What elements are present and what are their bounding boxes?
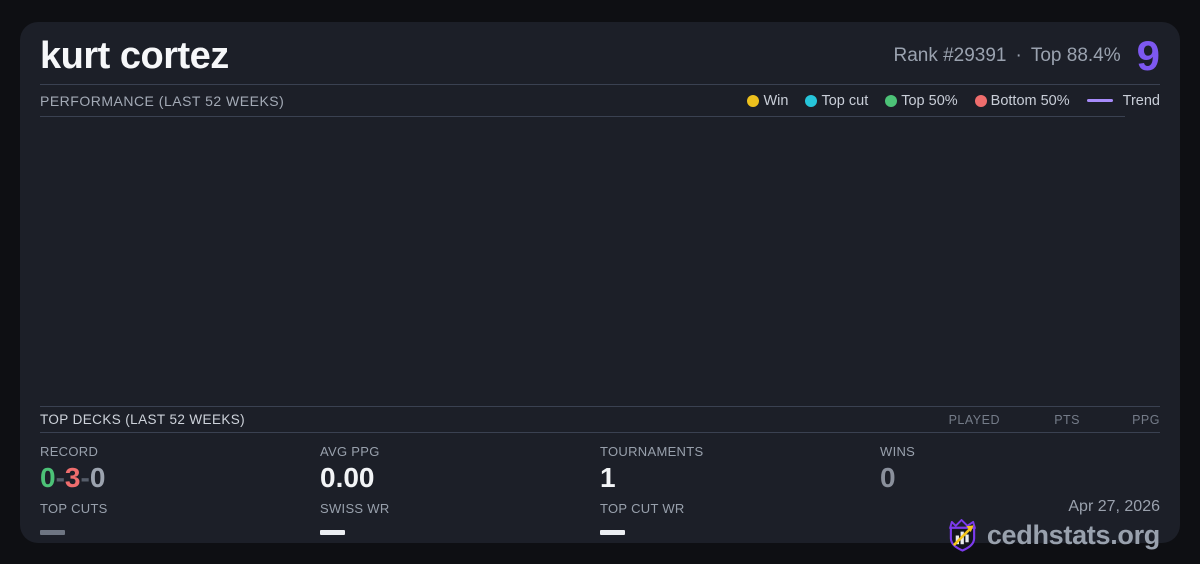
record-wins: 0 bbox=[40, 462, 56, 493]
stat-label: RECORD bbox=[40, 444, 99, 459]
stat-wins: WINS 0 bbox=[880, 445, 1160, 493]
legend-label: Top cut bbox=[821, 92, 869, 109]
stat-label: AVG PPG bbox=[320, 444, 380, 459]
avg-ppg-value: 0.00 bbox=[320, 462, 375, 493]
top-decks-columns: PLAYED PTS PPG bbox=[920, 413, 1160, 427]
date-text: Apr 27, 2026 bbox=[1068, 498, 1160, 515]
stat-label: SWISS WR bbox=[320, 501, 390, 516]
top-decks-heading: TOP DECKS (LAST 52 WEEKS) bbox=[40, 412, 246, 427]
top-cut-dot-icon bbox=[805, 94, 818, 107]
performance-header: PERFORMANCE (LAST 52 WEEKS) Win Top cut … bbox=[40, 85, 1160, 116]
bottom-50-dot-icon bbox=[974, 94, 987, 107]
player-stats-card: kurt cortez Rank #29391 · Top 88.4% 9 PE… bbox=[20, 22, 1180, 552]
legend-label: Win bbox=[763, 92, 789, 109]
rank-percentile: Top 88.4% bbox=[1030, 45, 1121, 66]
header-rank-group: Rank #29391 · Top 88.4% 9 bbox=[893, 35, 1160, 77]
stat-label: TOP CUTS bbox=[40, 501, 108, 516]
empty-value-dash bbox=[600, 530, 625, 535]
rank-number: Rank #29391 bbox=[893, 45, 1007, 66]
column-header-ppg: PPG bbox=[1132, 412, 1160, 427]
stat-top-cut-wr: TOP CUT WR bbox=[600, 502, 880, 552]
win-dot-icon bbox=[747, 94, 760, 107]
legend-label: Trend bbox=[1122, 92, 1160, 109]
performance-heading: PERFORMANCE (LAST 52 WEEKS) bbox=[40, 92, 285, 109]
performance-chart-area bbox=[40, 117, 1160, 406]
stat-top-cuts: TOP CUTS bbox=[40, 502, 320, 552]
empty-value-dash bbox=[320, 530, 345, 535]
legend-item-trend: Trend bbox=[1086, 92, 1160, 109]
stat-label: TOP CUT WR bbox=[600, 501, 685, 516]
empty-value-dash bbox=[40, 530, 65, 535]
record-separator: - bbox=[55, 462, 65, 493]
chart-legend: Win Top cut Top 50% Bottom 50% Trend bbox=[747, 93, 1160, 109]
legend-item-bottom-50: Bottom 50% bbox=[974, 92, 1070, 109]
brand: cedhstats.org bbox=[947, 519, 1160, 552]
top-50-dot-icon bbox=[885, 94, 898, 107]
legend-label: Bottom 50% bbox=[990, 92, 1070, 109]
legend-item-top-50: Top 50% bbox=[885, 92, 958, 109]
rank-text: Rank #29391 · Top 88.4% bbox=[893, 45, 1120, 67]
column-header-played: PLAYED bbox=[948, 412, 1000, 427]
cedhstats-logo-icon bbox=[948, 519, 976, 552]
footer: Apr 27, 2026 cedhstats.org bbox=[880, 498, 1160, 552]
stat-record: RECORD 0-3-0 bbox=[40, 445, 320, 493]
brand-text: cedhstats.org bbox=[986, 520, 1160, 550]
stat-avg-ppg: AVG PPG 0.00 bbox=[320, 445, 600, 493]
wins-value: 0 bbox=[880, 462, 896, 493]
tournaments-value: 1 bbox=[600, 462, 616, 493]
rank-separator-dot: · bbox=[1015, 45, 1022, 66]
legend-item-top-cut: Top cut bbox=[805, 93, 868, 109]
player-name: kurt cortez bbox=[40, 34, 229, 77]
stat-tournaments: TOURNAMENTS 1 bbox=[600, 445, 880, 493]
top-decks-header: TOP DECKS (LAST 52 WEEKS) PLAYED PTS PPG bbox=[40, 406, 1160, 433]
trend-line-icon bbox=[1086, 99, 1113, 102]
column-header-pts: PTS bbox=[1054, 412, 1080, 427]
stat-label: WINS bbox=[880, 444, 916, 459]
record-value: 0-3-0 bbox=[40, 463, 320, 493]
legend-label: Top 50% bbox=[901, 92, 958, 109]
card-header: kurt cortez Rank #29391 · Top 88.4% 9 bbox=[40, 22, 1160, 85]
legend-item-win: Win bbox=[747, 93, 788, 109]
record-losses: 3 bbox=[64, 462, 81, 493]
record-draws: 0 bbox=[89, 462, 106, 493]
stat-label: TOURNAMENTS bbox=[600, 444, 704, 459]
score-badge: 9 bbox=[1136, 32, 1160, 79]
record-separator: - bbox=[80, 462, 90, 493]
stat-swiss-wr: SWISS WR bbox=[320, 502, 600, 552]
stats-grid: RECORD 0-3-0 AVG PPG 0.00 TOURNAMENTS 1 … bbox=[40, 445, 1160, 552]
